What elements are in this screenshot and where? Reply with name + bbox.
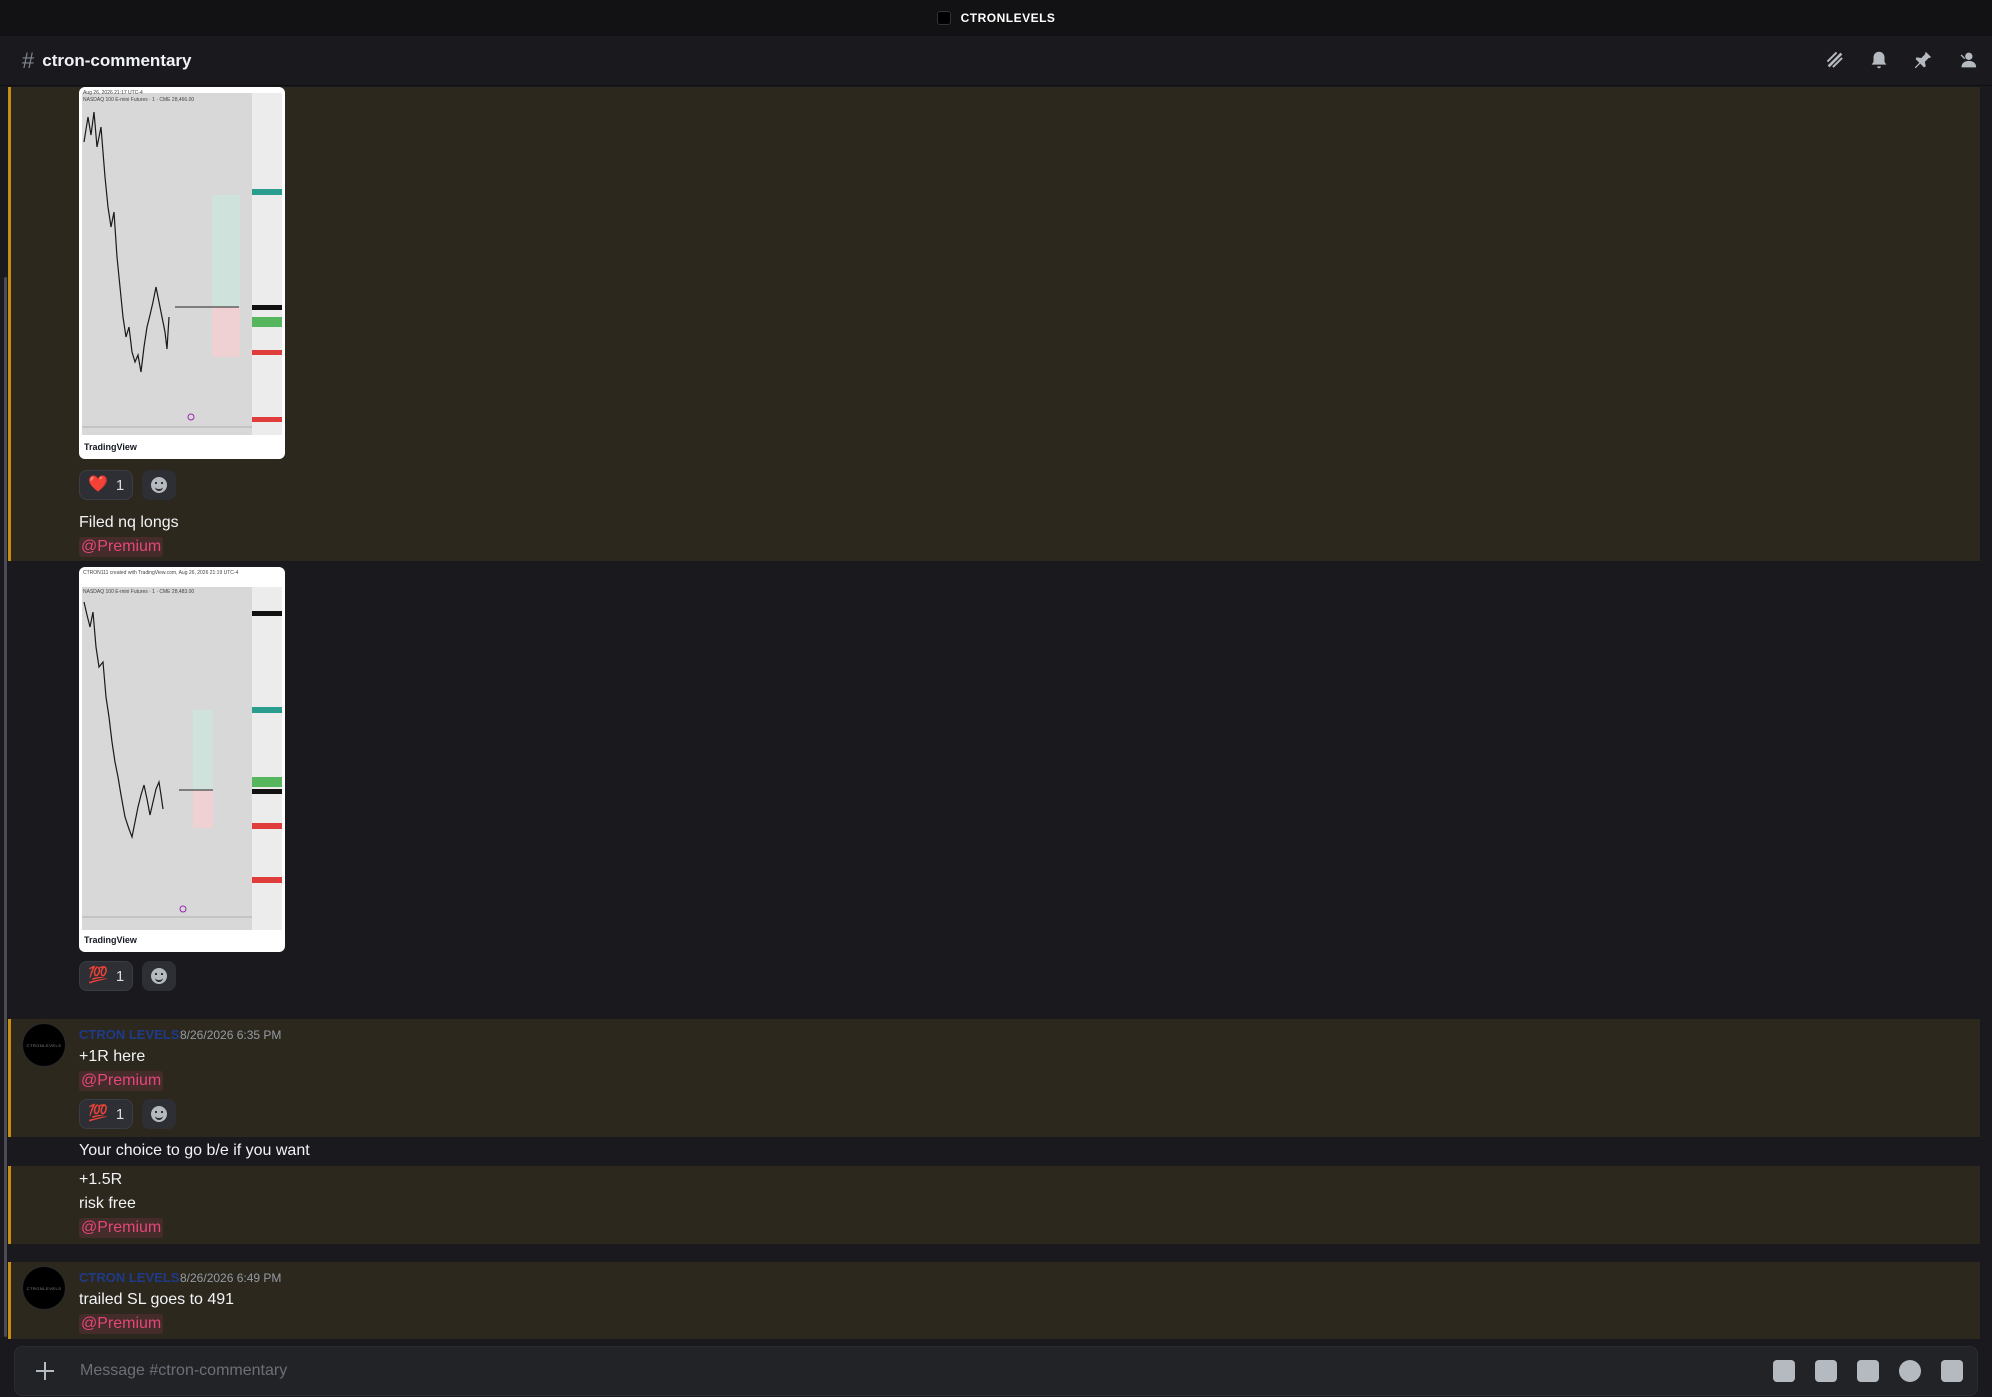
chart-header: CTRON111 created with TradingView.com, A… <box>83 570 239 576</box>
chart-attachment-2[interactable]: CTRON111 created with TradingView.com, A… <box>79 567 285 952</box>
emoji-add-icon <box>151 968 167 984</box>
chart-instrument: NASDAQ 100 E-mini Futures · 1 · CME 28,4… <box>83 589 195 595</box>
avatar[interactable]: CTRONLEVELS <box>22 1266 66 1310</box>
reaction-count: 1 <box>115 476 125 494</box>
add-reaction-button[interactable] <box>142 1099 176 1129</box>
message-text: Your choice to go b/e if you want <box>79 1142 310 1159</box>
author-name[interactable]: CTRON LEVELS <box>79 1027 179 1042</box>
mention-premium[interactable]: @Premium <box>79 537 164 557</box>
chart-attachment-1[interactable]: Aug 26, 2026 21:17 UTC-4 NASDAQ 100 E-mi… <box>79 87 285 459</box>
reaction-count: 1 <box>115 1105 125 1123</box>
message-text: Filed nq longs <box>79 514 179 531</box>
message-line: +1.5R <box>79 1171 123 1188</box>
bell-icon[interactable] <box>1868 49 1890 71</box>
avatar[interactable]: CTRONLEVELS <box>22 1023 66 1067</box>
mention-premium[interactable]: @Premium <box>79 1071 164 1091</box>
hundred-icon: 💯 <box>88 1105 108 1122</box>
tradingview-logo: TradingView <box>84 935 137 945</box>
composer-toolbar <box>1773 1360 1963 1382</box>
apps-icon[interactable] <box>1941 1360 1963 1382</box>
message-text: +1R here <box>79 1048 146 1065</box>
channel-header: # ctron-commentary <box>0 36 1992 86</box>
message-input[interactable]: Message #ctron-commentary <box>80 1362 287 1380</box>
message-list[interactable]: Aug 26, 2026 21:17 UTC-4 NASDAQ 100 E-mi… <box>0 87 1992 1339</box>
hashtag-icon: # <box>22 47 35 73</box>
author-name[interactable]: CTRON LEVELS <box>79 1270 179 1285</box>
app-title: CTRONLEVELS <box>960 11 1056 25</box>
reaction-count: 1 <box>115 967 125 985</box>
emoji-add-icon <box>151 1106 167 1122</box>
sticker-icon[interactable] <box>1857 1360 1879 1382</box>
message-composer[interactable]: Message #ctron-commentary <box>14 1346 1978 1396</box>
emoji-icon[interactable] <box>1899 1360 1921 1382</box>
threads-icon[interactable] <box>1824 49 1846 71</box>
message-text: trailed SL goes to 491 <box>79 1291 235 1308</box>
hundred-icon: 💯 <box>88 967 108 984</box>
chart-header: Aug 26, 2026 21:17 UTC-4 <box>83 90 143 96</box>
add-reaction-button[interactable] <box>142 470 176 500</box>
gift-icon[interactable] <box>1773 1360 1795 1382</box>
message-timestamp: 8/26/2026 6:35 PM <box>180 1028 282 1042</box>
highlight-group-3 <box>8 1166 1980 1244</box>
emoji-add-icon <box>151 477 167 493</box>
message-timestamp: 8/26/2026 6:49 PM <box>180 1271 282 1285</box>
pin-icon[interactable] <box>1912 49 1934 71</box>
scrollbar[interactable] <box>4 277 7 1337</box>
mention-premium[interactable]: @Premium <box>79 1314 164 1334</box>
channel-name: ctron-commentary <box>42 50 192 70</box>
mention-premium[interactable]: @Premium <box>79 1218 164 1238</box>
chart-image-1 <box>82 93 282 435</box>
message-line: risk free <box>79 1195 136 1212</box>
add-reaction-button[interactable] <box>142 961 176 991</box>
tradingview-logo: TradingView <box>84 442 137 452</box>
plus-icon[interactable] <box>33 1359 57 1383</box>
gif-icon[interactable] <box>1815 1360 1837 1382</box>
chart-image-2 <box>82 587 282 930</box>
highlight-group-2 <box>8 1019 1980 1137</box>
header-toolbar <box>1824 49 1978 71</box>
chart-instrument: NASDAQ 100 E-mini Futures · 1 · CME 28,4… <box>83 97 195 103</box>
highlight-group-4 <box>8 1262 1980 1339</box>
app-logo-icon <box>936 11 951 25</box>
highlight-group-1 <box>8 87 1980 561</box>
reaction-100[interactable]: 💯 1 <box>79 961 134 991</box>
reaction-100[interactable]: 💯 1 <box>79 1099 134 1129</box>
members-icon[interactable] <box>1956 49 1978 71</box>
title-bar: CTRONLEVELS <box>0 0 1992 36</box>
reaction-heart[interactable]: ❤️ 1 <box>79 470 134 500</box>
heart-icon: ❤️ <box>88 476 108 493</box>
